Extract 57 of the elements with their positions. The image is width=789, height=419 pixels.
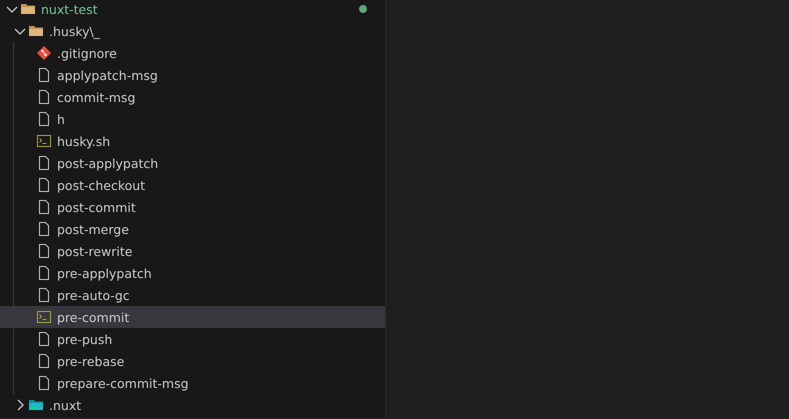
tree-item[interactable]: post-checkout bbox=[0, 174, 385, 196]
file-name: post-merge bbox=[57, 222, 130, 236]
tree-item[interactable]: pre-commit bbox=[0, 306, 385, 328]
file-name: h bbox=[57, 112, 66, 126]
file-icon bbox=[36, 287, 52, 303]
file-name: .nuxt bbox=[49, 398, 82, 412]
file-name: pre-auto-gc bbox=[57, 288, 131, 302]
tree-item[interactable]: pre-applypatch bbox=[0, 262, 385, 284]
file-name: nuxt-test bbox=[41, 2, 99, 16]
tree-item[interactable]: post-applypatch bbox=[0, 152, 385, 174]
tree-item[interactable]: post-merge bbox=[0, 218, 385, 240]
file-icon bbox=[36, 199, 52, 215]
tree-item[interactable]: pre-rebase bbox=[0, 350, 385, 372]
file-icon bbox=[36, 67, 52, 83]
tree-item[interactable]: commit-msg bbox=[0, 86, 385, 108]
tree-item[interactable]: .husky\_ bbox=[0, 20, 385, 42]
file-icon bbox=[36, 243, 52, 259]
file-name: pre-push bbox=[57, 332, 114, 346]
tree-item[interactable]: post-rewrite bbox=[0, 240, 385, 262]
folder-icon bbox=[28, 397, 44, 413]
file-icon bbox=[36, 89, 52, 105]
file-name: pre-applypatch bbox=[57, 266, 153, 280]
folder-icon bbox=[28, 23, 44, 39]
file-name: pre-commit bbox=[57, 310, 130, 324]
file-icon bbox=[36, 353, 52, 369]
tree-item[interactable]: nuxt-test bbox=[0, 0, 385, 20]
file-name: .husky\_ bbox=[49, 24, 102, 38]
file-name: post-checkout bbox=[57, 178, 146, 192]
file-icon bbox=[36, 111, 52, 127]
file-icon bbox=[36, 221, 52, 237]
file-name: prepare-commit-msg bbox=[57, 376, 190, 390]
file-icon bbox=[36, 375, 52, 391]
folder-icon bbox=[20, 1, 36, 17]
file-icon bbox=[36, 155, 52, 171]
file-name: commit-msg bbox=[57, 90, 136, 104]
tree-item[interactable]: pre-auto-gc bbox=[0, 284, 385, 306]
tree-item[interactable]: .gitignore bbox=[0, 42, 385, 64]
file-name: post-commit bbox=[57, 200, 137, 214]
tree-item[interactable]: post-commit bbox=[0, 196, 385, 218]
terminal-icon bbox=[36, 133, 52, 149]
tree-item[interactable]: husky.sh bbox=[0, 130, 385, 152]
file-name: .gitignore bbox=[57, 46, 118, 60]
tree-item[interactable]: .nuxt bbox=[0, 394, 385, 416]
git-icon bbox=[36, 45, 52, 61]
tree-item[interactable]: applypatch-msg bbox=[0, 64, 385, 86]
file-icon bbox=[36, 331, 52, 347]
file-name: post-rewrite bbox=[57, 244, 134, 258]
terminal-icon bbox=[36, 309, 52, 325]
file-icon bbox=[36, 265, 52, 281]
file-name: husky.sh bbox=[57, 134, 112, 148]
tree-item[interactable]: h bbox=[0, 108, 385, 130]
file-name: post-applypatch bbox=[57, 156, 160, 170]
tree-item[interactable]: pre-push bbox=[0, 328, 385, 350]
file-name: pre-rebase bbox=[57, 354, 126, 368]
file-icon bbox=[36, 177, 52, 193]
tree-item[interactable]: prepare-commit-msg bbox=[0, 372, 385, 394]
file-name: applypatch-msg bbox=[57, 68, 159, 82]
